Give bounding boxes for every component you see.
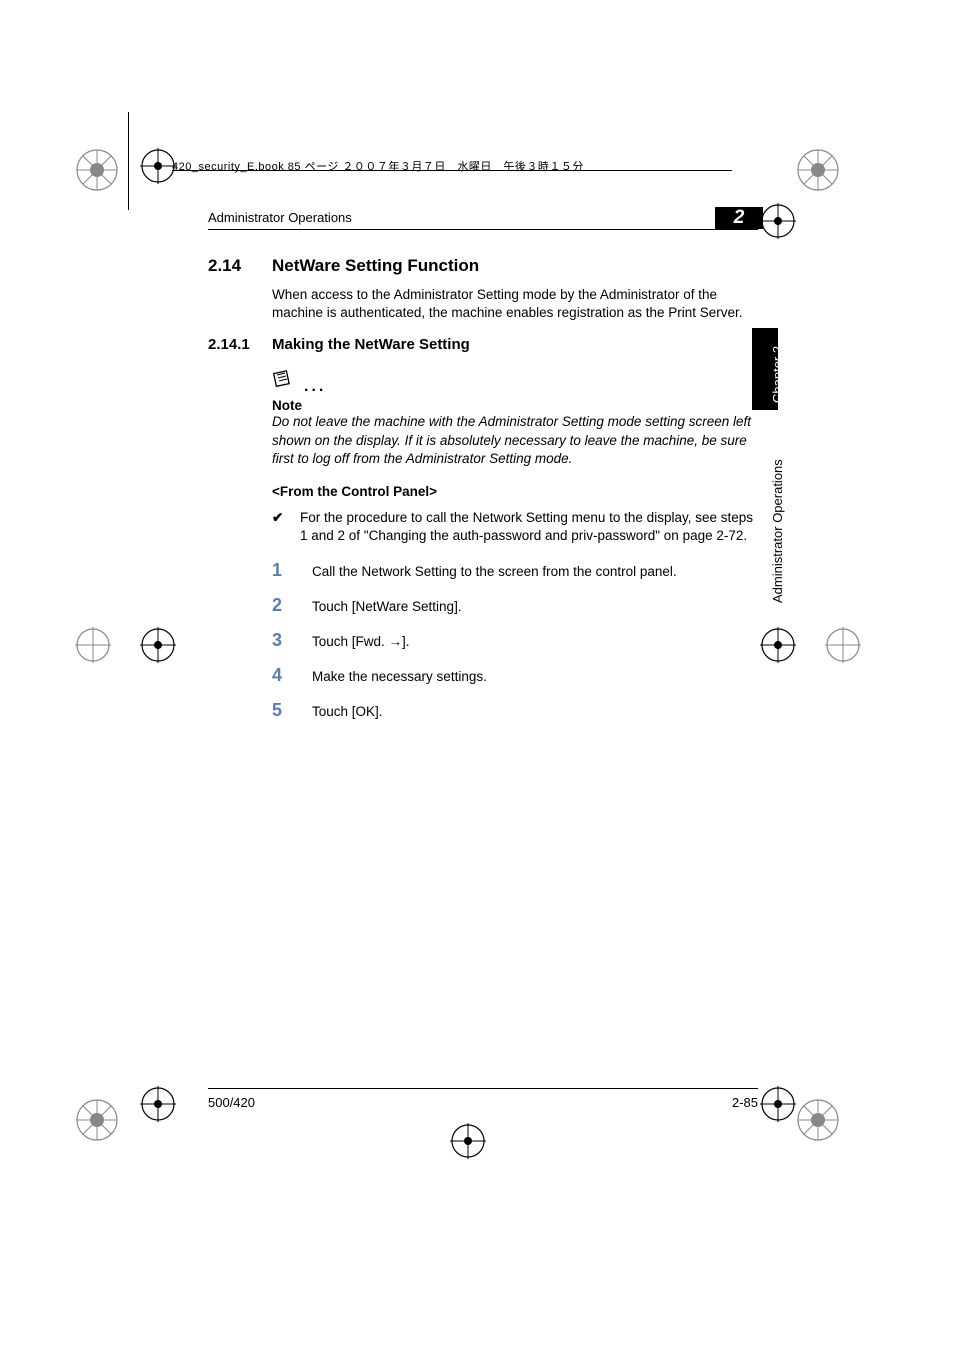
reg-mark-mr-outer (825, 627, 861, 663)
step-2: 2 Touch [NetWare Setting]. (272, 595, 758, 616)
reg-mark-tr-outer (796, 148, 840, 192)
reg-mark-ml-inner (140, 627, 176, 663)
section-number: 2.14 (208, 256, 254, 276)
step-number: 4 (272, 665, 286, 686)
section-heading: 2.14 NetWare Setting Function (208, 256, 758, 276)
reg-mark-bl-inner (140, 1086, 176, 1122)
reg-mark-bc (450, 1123, 486, 1159)
step-number: 2 (272, 595, 286, 616)
side-tab-section-label: Administrator Operations (770, 459, 785, 603)
step-4: 4 Make the necessary settings. (272, 665, 758, 686)
check-text: For the procedure to call the Network Se… (300, 509, 758, 545)
note-text: Do not leave the machine with the Admini… (272, 413, 758, 468)
step-1: 1 Call the Network Setting to the screen… (272, 560, 758, 581)
checkmark-icon: ✔ (272, 509, 286, 545)
reg-mark-tl-outer (75, 148, 119, 192)
panel-subhead: <From the Control Panel> (272, 484, 758, 499)
side-tab-chapter-label: Chapter 2 (770, 346, 785, 403)
source-file-header: 420_security_E.book 85 ページ ２００７年３月７日 水曜日… (172, 158, 584, 174)
subsection-title: Making the NetWare Setting (272, 336, 470, 353)
reg-mark-tr-inner (760, 203, 796, 239)
ellipsis-icon: ... (304, 378, 326, 396)
note-label: Note (272, 398, 758, 413)
subsection-heading: 2.14.1 Making the NetWare Setting (208, 336, 758, 353)
step-number: 1 (272, 560, 286, 581)
reg-mark-br-outer (796, 1098, 840, 1142)
check-item: ✔ For the procedure to call the Network … (272, 509, 758, 545)
step-text: Touch [OK]. (312, 704, 383, 719)
footer-right: 2-85 (732, 1095, 758, 1110)
step-text: Make the necessary settings. (312, 669, 487, 684)
reg-mark-tl-inner (140, 148, 176, 184)
footer-rule (208, 1088, 758, 1089)
step-3: 3 Touch [Fwd. →]. (272, 630, 758, 651)
page-content: Administrator Operations 2 2.14 NetWare … (208, 210, 758, 735)
step-number: 5 (272, 700, 286, 721)
page-footer: 500/420 2-85 (208, 1088, 758, 1110)
note-block: ... Note Do not leave the machine with t… (272, 369, 758, 468)
reg-mark-bl-outer (75, 1098, 119, 1142)
crop-vline (128, 112, 129, 210)
source-file-header-rule (172, 170, 732, 171)
footer-left: 500/420 (208, 1095, 255, 1110)
section-title: NetWare Setting Function (272, 256, 479, 276)
step-text: Touch [Fwd. →]. (312, 634, 410, 649)
subsection-number: 2.14.1 (208, 336, 254, 353)
running-head: Administrator Operations (208, 210, 758, 225)
reg-mark-ml-outer (75, 627, 111, 663)
step-text: Touch [NetWare Setting]. (312, 599, 462, 614)
step-5: 5 Touch [OK]. (272, 700, 758, 721)
step-text: Call the Network Setting to the screen f… (312, 564, 677, 579)
header-rule (208, 229, 758, 230)
chapter-badge: 2 (715, 207, 763, 229)
section-intro: When access to the Administrator Setting… (272, 286, 758, 322)
note-icon (272, 369, 298, 396)
step-number: 3 (272, 630, 286, 651)
reg-mark-mr-inner (760, 627, 796, 663)
reg-mark-br-inner (760, 1086, 796, 1122)
